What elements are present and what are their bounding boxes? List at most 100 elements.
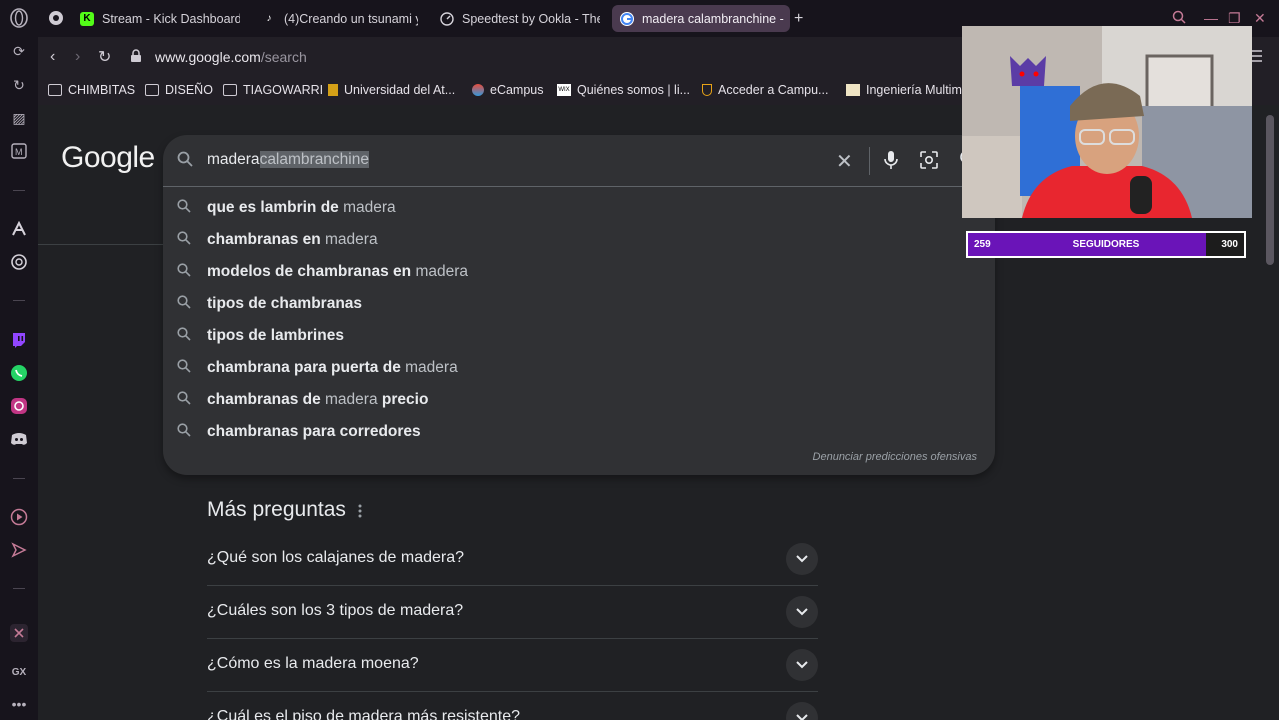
send-icon[interactable] [9,540,29,560]
tab-google-search[interactable]: madera calambranchine - [612,5,790,32]
chatgpt-icon[interactable] [9,252,29,272]
suggestion-item[interactable]: modelos de chambranas en madera [163,255,995,287]
suggestion-bold-post: precio [377,391,429,408]
forward-icon[interactable]: › [75,48,80,66]
suggestion-normal: madera [338,199,396,216]
chevron-down-icon[interactable] [786,649,818,681]
report-predictions-link[interactable]: Denunciar predicciones ofensivas [813,451,977,463]
suggestion-item[interactable]: tipos de lambrines [163,319,995,351]
instagram-icon[interactable] [9,396,29,416]
sync-icon[interactable]: ⟳ [9,41,29,61]
messenger-icon[interactable]: M [9,141,29,161]
bookmark-tiagowarri[interactable]: TIAGOWARRI [223,83,323,97]
chevron-down-icon[interactable] [786,596,818,628]
search-box[interactable]: maderacalambranchine ✕ [163,135,995,187]
url-domain: www.google.com [155,49,261,65]
chevron-down-icon[interactable] [786,543,818,575]
more-questions-title: Más preguntas [207,498,346,521]
kick-icon: K [80,11,94,26]
tab-kick-dashboard[interactable]: K Stream - Kick Dashboard [80,5,240,32]
opera-sidebar: ⟳ ↻ ▨ M GX ••• [0,0,38,720]
question-row[interactable]: ¿Cómo es la madera moena? [207,639,818,692]
more-options-icon[interactable] [358,504,364,518]
search-icon [177,327,191,346]
page-scrollbar[interactable] [1266,115,1274,265]
suggestion-bold: tipos de lambrines [207,327,344,344]
bookmark-acceder-campus[interactable]: Acceder a Campu... [702,83,828,97]
url-path: /search [260,49,307,65]
speedtest-icon [440,11,454,26]
discord-icon[interactable] [9,429,29,449]
twitch-icon[interactable] [9,330,29,350]
suggestion-normal: madera [320,391,378,408]
tab-tiktok[interactable]: ♪ (4)Creando un tsunami y [262,5,419,32]
sidebar-divider [13,190,25,191]
suggestion-bold: chambranas en [207,231,321,248]
tab-speedtest[interactable]: Speedtest by Ookla - The [440,5,600,32]
minimize-icon[interactable]: — [1204,10,1218,26]
opera-logo-icon[interactable] [9,8,29,28]
suggestion-bold: tipos de chambranas [207,295,363,312]
bookmark-ecampus[interactable]: eCampus [472,83,544,97]
tab-label: Speedtest by Ookla - The [462,11,600,26]
microphone-icon[interactable] [883,150,899,175]
question-row[interactable]: ¿Cuáles son los 3 tipos de madera? [207,586,818,639]
bookmark-universidad[interactable]: Universidad del At... [328,83,455,97]
folder-icon [48,84,62,96]
lock-icon [130,49,142,68]
bookmark-label: Ingeniería Multime [866,83,969,97]
google-lens-icon[interactable] [919,150,939,175]
question-row[interactable]: ¿Cuál es el piso de madera más resistent… [207,692,818,720]
tab-label: madera calambranchine - [642,11,784,26]
google-icon [620,11,634,26]
tiktok-icon: ♪ [266,13,272,24]
suggestion-item[interactable]: chambranas en madera [163,223,995,255]
suggestion-normal: madera [320,231,378,248]
clear-search-icon[interactable]: ✕ [836,149,853,174]
suggestion-item[interactable]: chambranas para corredores [163,415,995,447]
search-icon [177,423,191,442]
question-row[interactable]: ¿Qué son los calajanes de madera? [207,533,818,586]
google-logo[interactable]: Google [61,141,155,175]
page-icon [846,84,860,96]
university-icon [328,84,338,96]
player-icon[interactable] [9,507,29,527]
more-icon[interactable]: ••• [9,694,29,714]
suggestion-normal: madera [411,263,469,280]
new-tab-button[interactable]: + [794,5,814,32]
search-icon [177,295,191,314]
bookmark-label: DISEÑO [165,83,213,97]
pinboard-icon[interactable]: ▨ [9,108,29,128]
gx-corner-icon[interactable]: GX [9,662,29,682]
header-divider [38,244,163,245]
question-text: ¿Cómo es la madera moena? [207,655,419,672]
sidebar-divider [13,300,25,301]
bookmark-label: TIAGOWARRI [243,83,324,97]
bookmark-ingenieria[interactable]: Ingeniería Multime [846,83,969,97]
sidebar-divider [13,588,25,589]
close-window-icon[interactable]: ✕ [1254,10,1266,27]
aria-icon[interactable] [9,219,29,239]
search-icon [177,391,191,410]
question-text: ¿Qué son los calajanes de madera? [207,549,465,566]
chevron-down-icon[interactable] [786,702,818,720]
gx-mod-icon[interactable] [9,623,29,643]
suggestion-item[interactable]: que es lambrin de madera [163,191,995,223]
search-tabs-icon[interactable] [1172,10,1186,27]
suggestion-item[interactable]: chambrana para puerta de madera [163,351,995,383]
suggestion-normal: madera [400,359,458,376]
url-field[interactable]: www.google.com/search [155,49,307,65]
whatsapp-icon[interactable] [9,363,29,383]
search-input[interactable]: maderacalambranchine [207,151,369,169]
bookmark-quienes-somos[interactable]: WIX Quiénes somos | li... [557,83,690,97]
bookmark-diseno[interactable]: DISEÑO [145,83,213,97]
restore-icon[interactable]: ❐ [1228,10,1241,27]
reload-icon[interactable]: ↻ [98,47,111,67]
back-icon[interactable]: ‹ [50,48,55,66]
suggestion-item[interactable]: chambranas de madera precio [163,383,995,415]
wix-icon: WIX [557,84,571,96]
workspace-icon[interactable] [48,10,64,31]
bookmark-chimbitas[interactable]: CHIMBITAS [48,83,135,97]
history-icon[interactable]: ↻ [9,75,29,95]
suggestion-item[interactable]: tipos de chambranas [163,287,995,319]
